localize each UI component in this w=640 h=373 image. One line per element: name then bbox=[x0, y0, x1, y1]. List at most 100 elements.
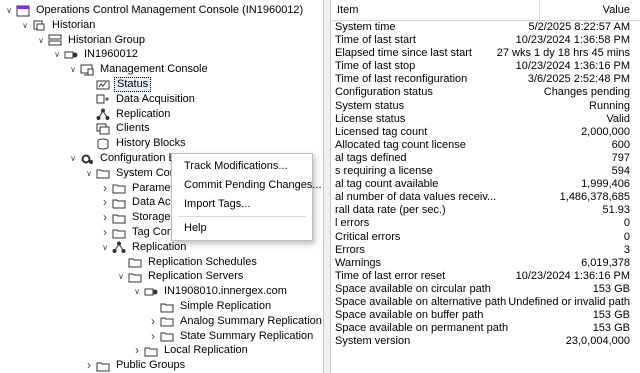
tree-node[interactable]: ∨ IN1960012 bbox=[52, 47, 140, 62]
tree-node[interactable]: ∨ Configuration E bbox=[68, 151, 178, 166]
tree-node[interactable]: Replication Schedules bbox=[116, 255, 259, 270]
tree-node[interactable]: ∨ Replication bbox=[100, 240, 188, 255]
column-header-value[interactable]: Value bbox=[539, 0, 640, 20]
tree-node-label[interactable]: IN1960012 bbox=[82, 47, 140, 62]
details-row[interactable]: al tag count available 1,999,406 bbox=[331, 178, 640, 191]
details-row[interactable]: License status Valid bbox=[331, 113, 640, 126]
chevron-down-icon[interactable]: ∨ bbox=[100, 240, 110, 255]
tree-node-label[interactable]: Analog Summary Replication bbox=[178, 314, 323, 329]
details-row[interactable]: Time of last reconfiguration 3/6/2025 2:5… bbox=[331, 73, 640, 86]
chevron-right-icon[interactable]: › bbox=[100, 210, 110, 225]
details-row[interactable]: l errors 0 bbox=[331, 217, 640, 230]
tree-node-label[interactable]: Operations Control Management Console (I… bbox=[34, 3, 305, 18]
chevron-down-icon[interactable]: ∨ bbox=[20, 18, 30, 33]
tree-node[interactable]: Simple Replication bbox=[148, 299, 273, 314]
tree-node[interactable]: › State Summary Replication bbox=[148, 329, 315, 344]
tree-node-label[interactable]: Replication Servers bbox=[146, 269, 245, 284]
details-row[interactable]: Space available on alternative path Undef… bbox=[331, 296, 640, 309]
tree-node-label[interactable]: Data Ac bbox=[130, 195, 173, 210]
column-header-item[interactable]: Item bbox=[331, 4, 539, 16]
tree-node[interactable]: ∨ Replication Servers bbox=[116, 269, 245, 284]
tree-node-label[interactable]: State Summary Replication bbox=[178, 329, 315, 344]
details-row[interactable]: System version 23,0,004,000 bbox=[331, 335, 640, 348]
chevron-down-icon[interactable]: ∨ bbox=[132, 284, 142, 299]
pane-splitter[interactable] bbox=[323, 0, 331, 373]
tree-node[interactable]: Data Acquisition bbox=[84, 92, 197, 107]
details-row[interactable]: System status Running bbox=[331, 100, 640, 113]
tree-node-label[interactable]: IN1908010.innergex.com bbox=[162, 284, 289, 299]
tree-node-label[interactable]: Configuration E bbox=[98, 151, 178, 166]
tree-node[interactable]: › Analog Summary Replication bbox=[148, 314, 323, 329]
tree-node[interactable]: › Storage bbox=[100, 210, 173, 225]
chevron-down-icon[interactable]: ∨ bbox=[52, 47, 62, 62]
chevron-right-icon[interactable]: › bbox=[148, 329, 158, 344]
tree-node[interactable]: ∨ Historian bbox=[20, 18, 97, 33]
tree-node[interactable]: ∨ Historian Group bbox=[36, 33, 147, 48]
menu-item-commit-pending-changes[interactable]: Commit Pending Changes... bbox=[184, 177, 322, 193]
tree-node[interactable]: › Data Ac bbox=[100, 195, 173, 210]
chevron-down-icon[interactable]: ∨ bbox=[4, 3, 14, 18]
tree-node-label[interactable]: Replication Schedules bbox=[146, 255, 259, 270]
chevron-down-icon[interactable]: ∨ bbox=[36, 33, 46, 48]
tree-node[interactable]: ∨ System Con bbox=[84, 166, 178, 181]
chevron-down-icon[interactable]: ∨ bbox=[68, 151, 78, 166]
tree-node[interactable]: Replication bbox=[84, 107, 172, 122]
tree-node[interactable]: ∨ Operations Control Management Console (… bbox=[4, 3, 305, 18]
details-row[interactable]: Allocated tag count license 600 bbox=[331, 139, 640, 152]
tree-node[interactable]: Clients bbox=[84, 121, 152, 136]
details-row[interactable]: Licensed tag count 2,000,000 bbox=[331, 126, 640, 139]
chevron-right-icon[interactable]: › bbox=[100, 181, 110, 196]
tree-node[interactable]: › Paramet bbox=[100, 181, 176, 196]
chevron-down-icon[interactable]: ∨ bbox=[84, 166, 94, 181]
tree-node[interactable]: › Public Groups bbox=[84, 358, 187, 373]
tree-node-label[interactable]: Historian Group bbox=[66, 33, 147, 48]
details-row[interactable]: Time of last stop 10/23/2024 1:36:16 PM bbox=[331, 60, 640, 73]
tree-node-label[interactable]: Replication bbox=[114, 107, 172, 122]
tree-node-label[interactable]: Status bbox=[114, 77, 152, 92]
menu-item-import-tags[interactable]: Import Tags... bbox=[184, 196, 250, 212]
details-row[interactable]: Errors 3 bbox=[331, 244, 640, 257]
menu-item-track-modifications[interactable]: Track Modifications... bbox=[184, 158, 288, 174]
details-row[interactable]: Time of last error reset 10/23/2024 1:36:… bbox=[331, 270, 640, 283]
details-row[interactable]: Space available on permanent path 153 GB bbox=[331, 322, 640, 335]
details-row[interactable]: rall data rate (per sec.) 51.93 bbox=[331, 204, 640, 217]
chevron-right-icon[interactable]: › bbox=[84, 358, 94, 373]
tree-node-label[interactable]: Management Console bbox=[98, 62, 210, 77]
details-row[interactable]: Configuration status Changes pending bbox=[331, 86, 640, 99]
tree-node-label[interactable]: Public Groups bbox=[114, 358, 187, 373]
details-value: 10/23/2024 1:36:58 PM bbox=[515, 34, 630, 47]
tree-node[interactable]: ∨ IN1908010.innergex.com bbox=[132, 284, 289, 299]
details-row[interactable]: Space available on buffer path 153 GB bbox=[331, 309, 640, 322]
tree-node[interactable]: › Local Replication bbox=[132, 343, 250, 358]
tree-node-label[interactable]: Simple Replication bbox=[178, 299, 273, 314]
tree-node-label[interactable]: Data Acquisition bbox=[114, 92, 197, 107]
tree-node-label[interactable]: Storage bbox=[130, 210, 173, 225]
tree-node-label[interactable]: Paramet bbox=[130, 181, 176, 196]
tree-node[interactable]: ∨ Management Console bbox=[68, 62, 210, 77]
tree-node-label[interactable]: Local Replication bbox=[162, 343, 250, 358]
tree-node-label[interactable]: History Blocks bbox=[114, 136, 188, 151]
details-row[interactable]: al tags defined 797 bbox=[331, 152, 640, 165]
tree-node-label[interactable]: Replication bbox=[130, 240, 188, 255]
details-value: Changes pending bbox=[543, 86, 630, 99]
tree-node[interactable]: History Blocks bbox=[84, 136, 188, 151]
chevron-right-icon[interactable]: › bbox=[100, 195, 110, 210]
tree-node-label[interactable]: Historian bbox=[50, 18, 97, 33]
tree-node-label[interactable]: Clients bbox=[114, 121, 152, 136]
details-row[interactable]: System time 5/2/2025 8:22:57 AM bbox=[331, 21, 640, 34]
menu-item-help[interactable]: Help bbox=[184, 220, 207, 236]
chevron-right-icon[interactable]: › bbox=[132, 343, 142, 358]
tree-node-label[interactable]: System Con bbox=[114, 166, 178, 181]
chevron-right-icon[interactable]: › bbox=[100, 225, 110, 240]
details-row[interactable]: s requiring a license 594 bbox=[331, 165, 640, 178]
chevron-down-icon[interactable]: ∨ bbox=[116, 269, 126, 284]
details-row[interactable]: Critical errors 0 bbox=[331, 231, 640, 244]
details-row[interactable]: al number of data values receiv... 1,486,… bbox=[331, 191, 640, 204]
chevron-right-icon[interactable]: › bbox=[148, 314, 158, 329]
details-row[interactable]: Space available on circular path 153 GB bbox=[331, 283, 640, 296]
details-row[interactable]: Elapsed time since last start 27 wks 1 dy… bbox=[331, 47, 640, 60]
details-row[interactable]: Time of last start 10/23/2024 1:36:58 PM bbox=[331, 34, 640, 47]
chevron-down-icon[interactable]: ∨ bbox=[68, 62, 78, 77]
tree-node[interactable]: Status bbox=[84, 77, 152, 92]
details-row[interactable]: Warnings 6,019,378 bbox=[331, 257, 640, 270]
